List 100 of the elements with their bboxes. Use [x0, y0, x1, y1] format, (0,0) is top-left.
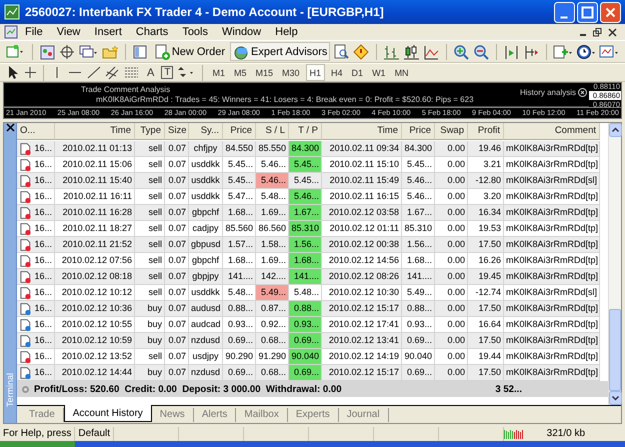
- timeframe-button[interactable]: H4: [328, 64, 346, 81]
- tp-cell: 0.88...: [289, 301, 322, 317]
- new-order-button[interactable]: New Order: [152, 42, 227, 61]
- tab[interactable]: Mailbox: [236, 408, 288, 422]
- warning-icon[interactable]: [353, 44, 370, 60]
- column-header[interactable]: Size: [165, 123, 189, 140]
- column-header[interactable]: Time: [322, 123, 402, 140]
- timeframe-button[interactable]: MN: [392, 64, 412, 81]
- minimize-button[interactable]: [554, 2, 575, 22]
- order-icon: [154, 44, 170, 60]
- crosshair-icon[interactable]: [58, 44, 76, 60]
- symbol-cell: audusd: [189, 301, 223, 317]
- maximize-button[interactable]: [577, 2, 598, 22]
- scroll-down-icon[interactable]: [609, 391, 622, 405]
- column-header[interactable]: Swap: [435, 123, 468, 140]
- scrollbar[interactable]: [608, 123, 621, 405]
- timeframe-button[interactable]: M30: [279, 64, 303, 81]
- candlestick-icon[interactable]: [403, 44, 420, 60]
- new-chart-icon[interactable]: [6, 44, 26, 60]
- close-time-cell: 2010.02.11 09:34: [322, 141, 402, 157]
- line-chart-icon[interactable]: [423, 44, 440, 60]
- tp-cell: 85.310: [289, 221, 322, 237]
- timeframe-button[interactable]: M5: [230, 64, 250, 81]
- column-header[interactable]: S / L: [256, 123, 289, 140]
- symbol-cell: gbpchf: [189, 205, 223, 221]
- zoom-in-icon[interactable]: [453, 44, 470, 60]
- template-icon[interactable]: [599, 44, 620, 60]
- timeframe-button[interactable]: M1: [209, 64, 228, 81]
- trendline-icon[interactable]: [86, 65, 102, 80]
- scroll-up-icon[interactable]: [609, 123, 622, 137]
- menu-item[interactable]: View: [50, 26, 88, 38]
- timeframe-button[interactable]: D1: [348, 64, 366, 81]
- text-tool[interactable]: A: [143, 64, 158, 81]
- comment-cell: mK0lK8Ai3rRmRDd[tp]: [504, 237, 600, 253]
- profile-icon[interactable]: [38, 44, 56, 60]
- profit-cell: 17.50: [468, 237, 504, 253]
- scroll-thumb[interactable]: [609, 309, 621, 391]
- time-cell: 2010.02.12 14:44: [55, 365, 135, 381]
- column-header[interactable]: T / P: [289, 123, 322, 140]
- magnifier-doc-icon[interactable]: [333, 44, 350, 60]
- column-header[interactable]: Type: [135, 123, 165, 140]
- timeframe-button[interactable]: H1: [306, 64, 326, 81]
- menu-item[interactable]: Help: [268, 26, 305, 38]
- tp-cell: 5.45...: [289, 157, 322, 173]
- restore-icon[interactable]: [593, 28, 602, 36]
- close-price-cell: 5.46...: [402, 173, 435, 189]
- menu-item[interactable]: Window: [215, 26, 268, 38]
- folder-star-icon[interactable]: [102, 44, 119, 60]
- crosshair-icon[interactable]: [23, 65, 37, 80]
- close-icon[interactable]: [6, 123, 14, 132]
- timeframe-button[interactable]: M15: [252, 64, 276, 81]
- menu-item[interactable]: Insert: [87, 26, 129, 38]
- column-header[interactable]: Price: [223, 123, 256, 140]
- time-cell: 2010.02.11 16:28: [55, 205, 135, 221]
- sl-cell: 1.69...: [256, 205, 289, 221]
- size-cell: 0.07: [165, 237, 189, 253]
- timeframe-button[interactable]: W1: [369, 64, 389, 81]
- type-cell: sell: [135, 237, 165, 253]
- column-header[interactable]: Time: [55, 123, 135, 140]
- tab[interactable]: Experts: [288, 408, 339, 422]
- autoscroll-icon[interactable]: [523, 44, 540, 60]
- fibonacci-icon[interactable]: [124, 65, 140, 80]
- column-header[interactable]: O...: [17, 123, 55, 140]
- time-cell: 2010.02.12 08:18: [55, 269, 135, 285]
- tab[interactable]: Account History: [64, 405, 152, 422]
- tp-cell: 5.45...: [289, 173, 322, 189]
- bar-chart-icon[interactable]: [383, 44, 400, 60]
- comment-cell: mK0lK8Ai3rRmRDd[tp]: [504, 205, 600, 221]
- order-number: 16...: [34, 350, 52, 363]
- expert-advisors-button[interactable]: Expert Advisors: [230, 42, 330, 61]
- tab[interactable]: News: [152, 408, 194, 422]
- cursor-icon[interactable]: [6, 65, 20, 80]
- terminal-label: Terminal: [5, 373, 15, 407]
- tp-cell: 141....: [289, 269, 322, 285]
- indicator-add-icon[interactable]: [553, 44, 574, 60]
- time-cell: 2010.02.12 10:36: [55, 301, 135, 317]
- column-header[interactable]: Comment: [504, 123, 600, 140]
- order-number: 16...: [34, 206, 52, 219]
- text-label-tool[interactable]: T: [161, 66, 174, 79]
- close-icon[interactable]: [608, 28, 617, 36]
- size-cell: 0.07: [165, 173, 189, 189]
- windows-icon[interactable]: [78, 44, 99, 60]
- tab[interactable]: Journal: [338, 408, 389, 422]
- navigator-icon[interactable]: [132, 44, 149, 60]
- order-number: 16...: [34, 190, 52, 203]
- column-header[interactable]: Sy...: [189, 123, 223, 140]
- tab[interactable]: Alerts: [194, 408, 236, 422]
- column-header[interactable]: Price: [402, 123, 435, 140]
- order-number: 16...: [34, 302, 52, 315]
- menu-item[interactable]: Tools: [175, 26, 215, 38]
- zoom-out-icon[interactable]: [473, 44, 490, 60]
- order-number: 16...: [34, 270, 52, 283]
- column-header[interactable]: Profit: [468, 123, 504, 140]
- chart-shift-icon[interactable]: [503, 44, 520, 60]
- menu-item[interactable]: File: [18, 26, 50, 38]
- channel-icon[interactable]: [105, 65, 121, 80]
- menu-item[interactable]: Charts: [128, 26, 176, 38]
- clock-icon[interactable]: [576, 44, 596, 60]
- time-cell: 2010.02.12 10:59: [55, 333, 135, 349]
- close-button[interactable]: [600, 2, 621, 22]
